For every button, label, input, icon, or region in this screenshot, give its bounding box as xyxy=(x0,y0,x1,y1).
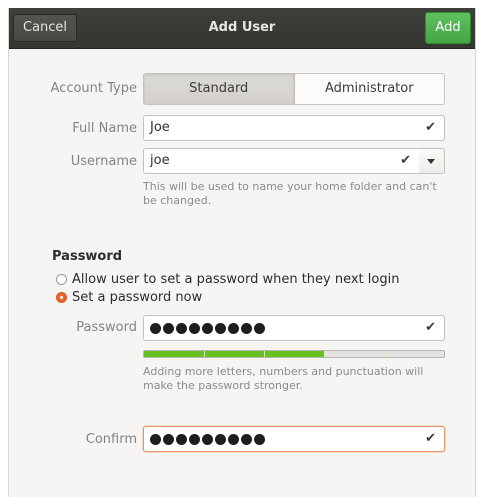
password-section-title: Password xyxy=(52,249,123,264)
username-dropdown-button[interactable] xyxy=(419,148,445,174)
password-dot xyxy=(176,433,187,445)
strength-segment-divider xyxy=(384,351,385,357)
password-dot xyxy=(202,322,213,334)
password-dot xyxy=(163,322,174,334)
password-masked-value xyxy=(150,316,444,340)
dialog-title: Add User xyxy=(208,20,276,35)
password-label: Password xyxy=(76,320,137,335)
check-icon: ✔ xyxy=(425,431,436,446)
password-strength-hint: Adding more letters, numbers and punctua… xyxy=(143,365,424,392)
account-type-administrator[interactable]: Administrator xyxy=(295,74,445,104)
password-dot xyxy=(150,322,161,334)
radio-set-later[interactable]: Allow user to set a password when they n… xyxy=(56,272,399,287)
password-dot xyxy=(189,433,200,445)
password-dot xyxy=(150,433,161,445)
username-value: joe xyxy=(150,153,170,168)
confirm-label: Confirm xyxy=(85,432,137,447)
account-type-standard[interactable]: Standard xyxy=(144,74,295,104)
radio-set-later-label: Allow user to set a password when they n… xyxy=(72,272,400,287)
confirm-masked-value xyxy=(150,427,444,451)
password-dot xyxy=(215,322,226,334)
radio-icon xyxy=(56,274,67,285)
password-dot xyxy=(163,433,174,445)
radio-icon xyxy=(56,292,67,303)
password-strength-fill xyxy=(144,351,324,357)
add-button[interactable]: Add xyxy=(425,12,471,44)
account-type-label: Account Type xyxy=(50,81,137,96)
password-dot xyxy=(254,433,265,445)
strength-segment-divider xyxy=(324,351,325,357)
account-type-toggle: Standard Administrator xyxy=(143,73,445,105)
password-dot xyxy=(241,322,252,334)
radio-set-now[interactable]: Set a password now xyxy=(56,290,202,305)
password-dot xyxy=(202,433,213,445)
password-dot xyxy=(241,433,252,445)
radio-set-now-label: Set a password now xyxy=(72,290,203,305)
add-user-dialog: Cancel Add User Add Account Type Standar… xyxy=(8,8,476,497)
full-name-value: Joe xyxy=(150,120,170,135)
full-name-label: Full Name xyxy=(72,121,137,136)
password-dot xyxy=(176,322,187,334)
password-dot xyxy=(215,433,226,445)
password-field[interactable]: ✔ xyxy=(143,315,445,341)
password-strength-bar xyxy=(143,350,445,358)
check-icon: ✔ xyxy=(425,320,436,335)
username-field[interactable]: joe ✔ xyxy=(143,148,420,174)
password-dot xyxy=(189,322,200,334)
full-name-field[interactable]: Joe ✔ xyxy=(143,115,445,141)
username-hint: This will be used to name your home fold… xyxy=(143,180,437,207)
confirm-password-field[interactable]: ✔ xyxy=(143,426,445,452)
username-label: Username xyxy=(70,154,137,169)
password-dot xyxy=(254,322,265,334)
strength-segment-divider xyxy=(264,351,265,357)
password-dot xyxy=(228,322,239,334)
check-icon: ✔ xyxy=(400,153,411,168)
chevron-down-icon xyxy=(427,159,435,164)
header-bar: Cancel Add User Add xyxy=(9,8,475,49)
password-dot xyxy=(228,433,239,445)
check-icon: ✔ xyxy=(425,120,436,135)
strength-segment-divider xyxy=(204,351,205,357)
